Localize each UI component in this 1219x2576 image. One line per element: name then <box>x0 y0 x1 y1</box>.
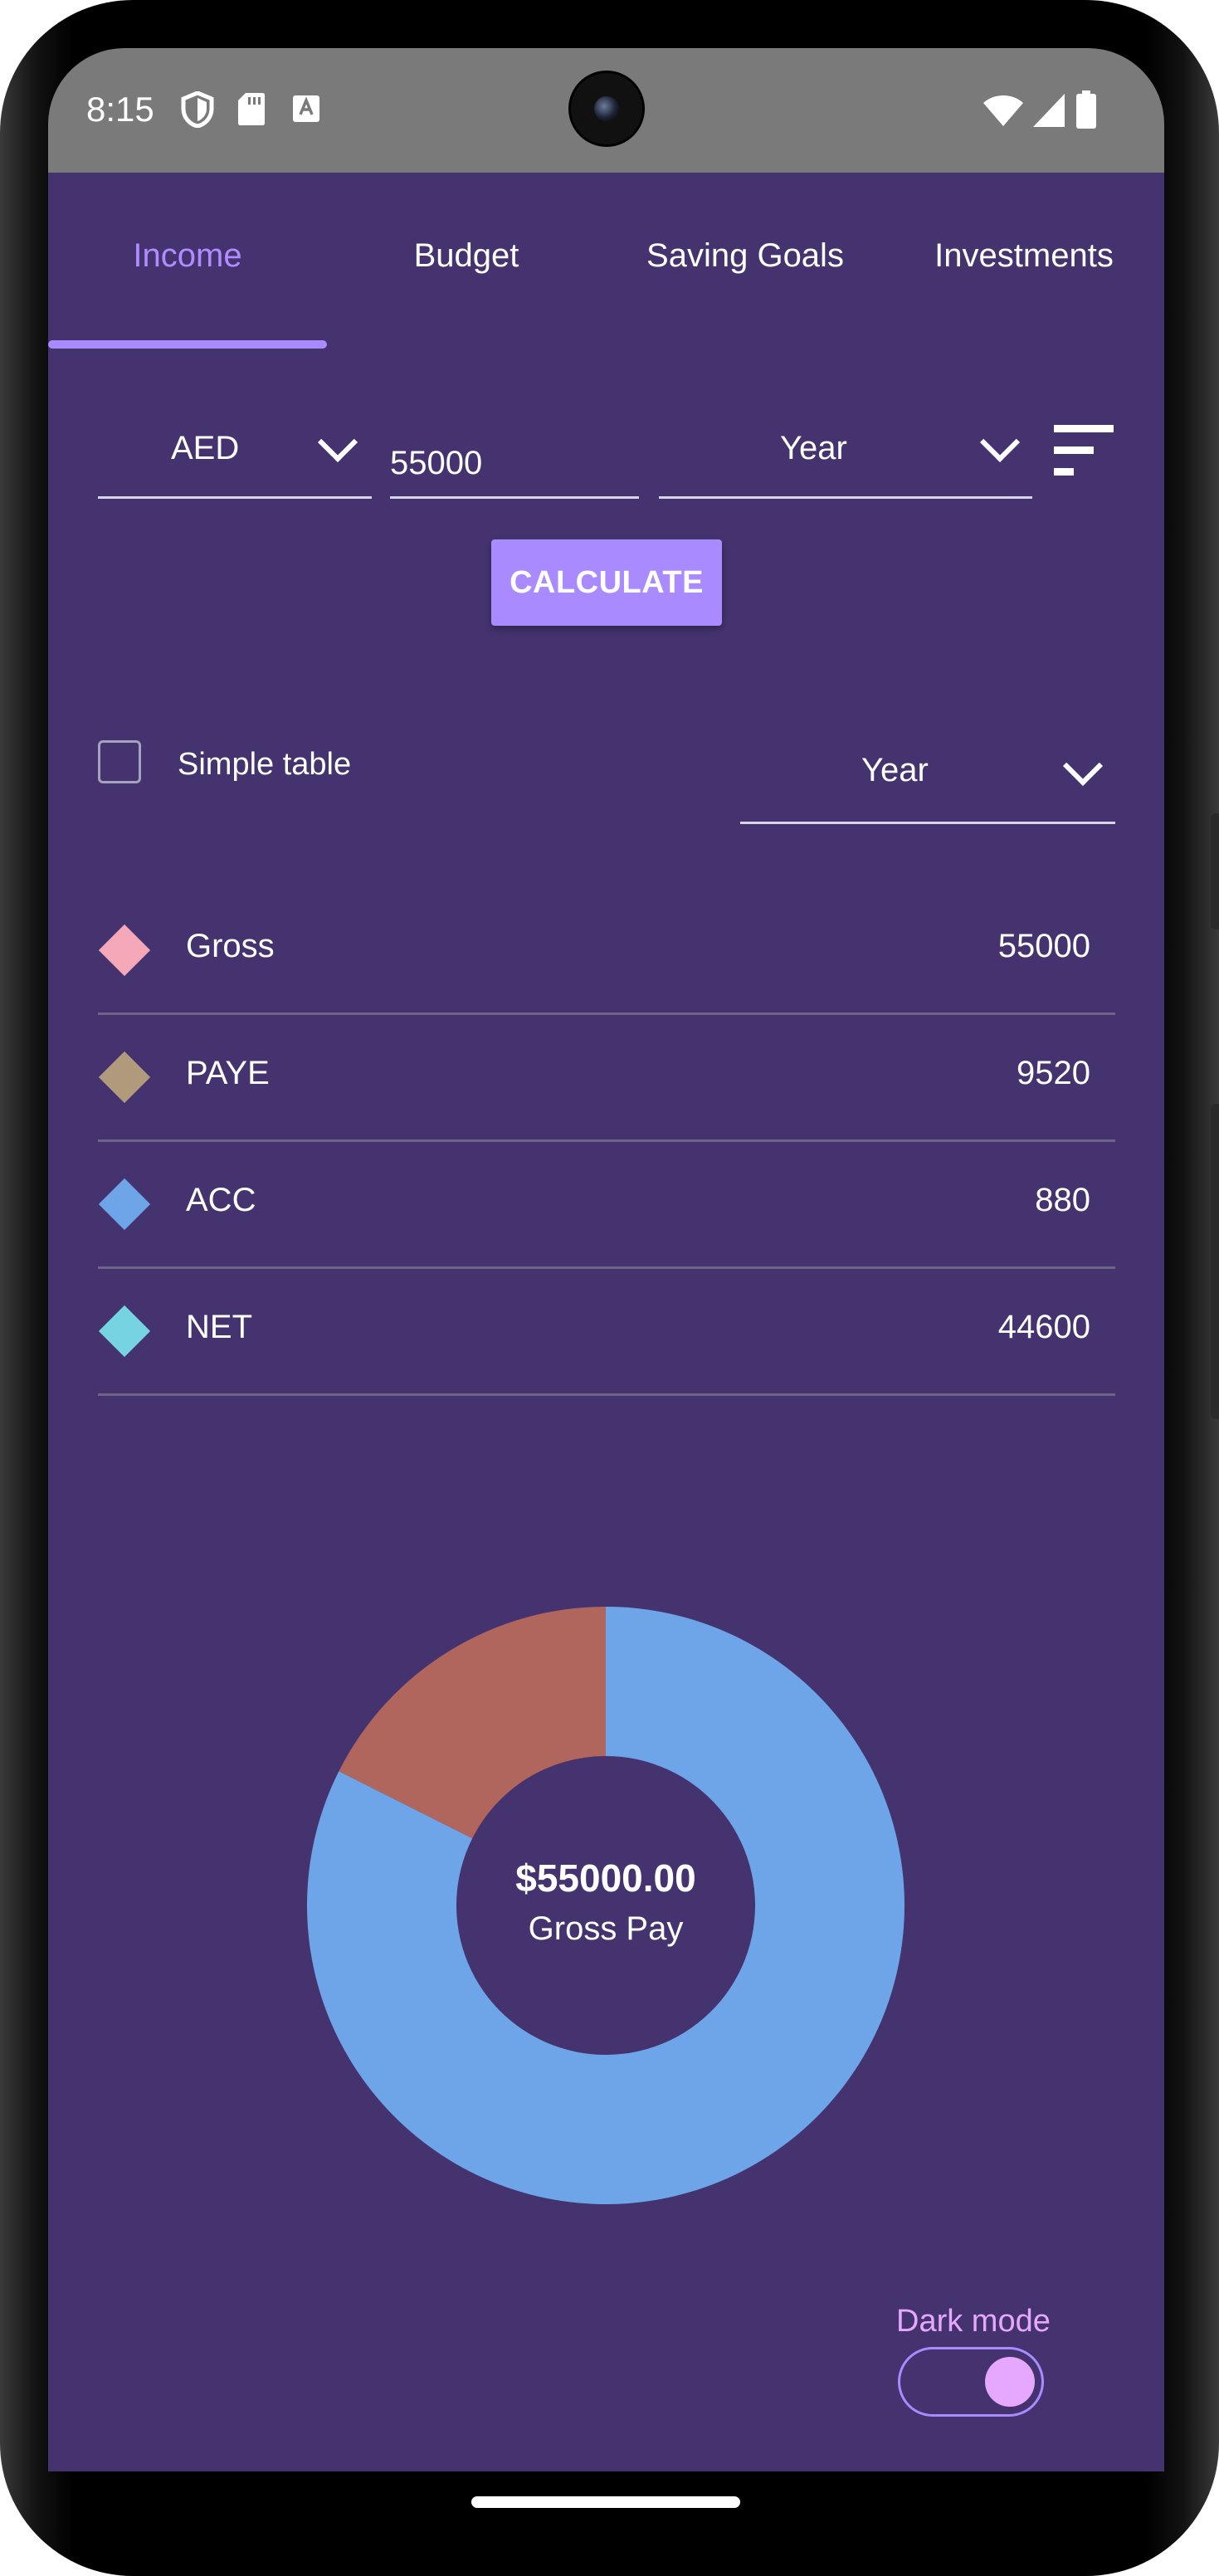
sort-icon[interactable] <box>1054 423 1115 481</box>
tab-income[interactable]: Income <box>48 237 327 275</box>
cell-signal-icon <box>1033 94 1065 127</box>
status-time: 8:15 <box>86 90 154 129</box>
home-gesture-bar[interactable] <box>471 2496 740 2508</box>
row-label: PAYE <box>186 1055 270 1091</box>
volume-button <box>1211 1104 1219 1419</box>
dark-mode-toggle[interactable] <box>898 2347 1044 2417</box>
font-a-icon <box>293 95 319 122</box>
status-bar: 8:15 <box>48 48 1164 173</box>
tab-bar: Income Budget Saving Goals Investments <box>48 173 1164 349</box>
net-legend-icon <box>98 1305 151 1358</box>
wifi-icon <box>983 95 1023 126</box>
period-value: Year <box>780 430 847 466</box>
table-row-gross: Gross 55000 <box>98 886 1115 1015</box>
row-label: Gross <box>186 928 275 964</box>
chevron-down-icon <box>1062 745 1104 787</box>
tab-budget[interactable]: Budget <box>327 237 606 275</box>
row-value: 9520 <box>1017 1055 1090 1091</box>
chevron-down-icon <box>979 422 1021 463</box>
donut-chart <box>307 1607 904 2204</box>
table-row-acc: ACC 880 <box>98 1140 1115 1269</box>
simple-table-checkbox[interactable] <box>98 740 141 783</box>
row-value: 55000 <box>997 928 1090 964</box>
chevron-down-icon <box>317 422 358 463</box>
table-period-select[interactable]: Year <box>740 735 1115 824</box>
gross-legend-icon <box>98 924 151 977</box>
calculate-button[interactable]: CALCULATE <box>491 539 722 626</box>
currency-select[interactable]: AED <box>98 405 372 499</box>
tab-saving-goals[interactable]: Saving Goals <box>606 237 885 275</box>
toggle-knob <box>985 2357 1035 2407</box>
battery-icon <box>1076 90 1096 129</box>
currency-value: AED <box>171 430 240 466</box>
dark-mode-label: Dark mode <box>896 2304 1051 2339</box>
donut-caption: Gross Pay <box>528 1910 684 1947</box>
table-row-net: NET 44600 <box>98 1267 1115 1396</box>
donut-amount: $55000.00 <box>515 1856 696 1900</box>
sd-card-icon <box>238 93 265 125</box>
paye-legend-icon <box>98 1051 151 1104</box>
acc-legend-icon <box>98 1178 151 1231</box>
tab-investments[interactable]: Investments <box>885 237 1163 275</box>
table-period-value: Year <box>861 752 929 788</box>
amount-value: 55000 <box>390 445 483 481</box>
row-label: ACC <box>186 1182 256 1218</box>
table-row-paye: PAYE 9520 <box>98 1013 1115 1142</box>
screen: 8:15 Income Budget Saving Goals Investme… <box>48 48 1164 2471</box>
row-label: NET <box>186 1309 252 1345</box>
amount-input[interactable]: 55000 <box>390 405 639 499</box>
period-select[interactable]: Year <box>659 405 1032 499</box>
row-value: 880 <box>1035 1182 1090 1218</box>
gross-pay-donut: $55000.00 Gross Pay <box>307 1607 904 2204</box>
front-camera <box>571 73 642 144</box>
power-button <box>1211 813 1219 929</box>
shield-icon <box>181 91 214 128</box>
simple-table-label: Simple table <box>178 747 352 782</box>
active-tab-indicator <box>48 340 327 349</box>
row-value: 44600 <box>997 1309 1090 1345</box>
